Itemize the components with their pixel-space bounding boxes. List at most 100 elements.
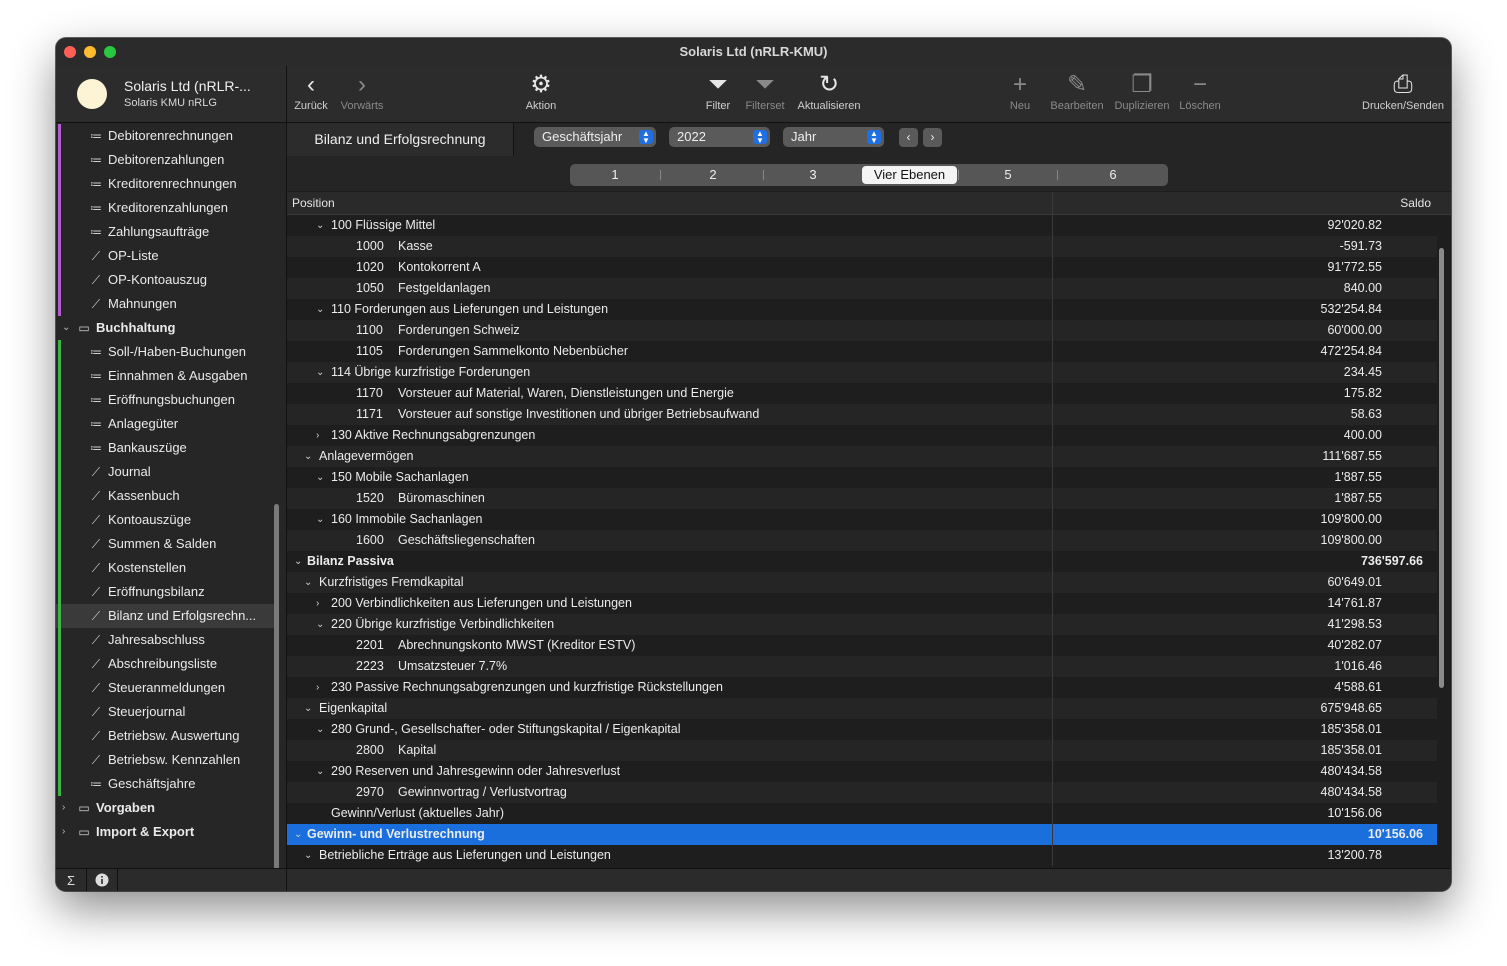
sidebar-item[interactable]: ⌄ ▭ Buchhaltung [56, 316, 274, 340]
sidebar-item[interactable]: ⟋ Kostenstellen [56, 556, 274, 580]
delete-button[interactable]: − Löschen [1176, 66, 1224, 122]
sidebar-item[interactable]: ⟋ Mahnungen [56, 292, 274, 316]
chevron-down-icon[interactable]: ⌄ [304, 446, 312, 467]
chevron-down-icon[interactable]: ⌄ [304, 698, 312, 719]
account-switcher[interactable]: Solaris Ltd (nRLR-... Solaris KMU nRLG [56, 66, 286, 123]
table-row[interactable]: ⌄ Anlagevermögen 111'687.55 [287, 446, 1437, 467]
sidebar-item[interactable]: ⟋ Abschreibungsliste [56, 652, 274, 676]
chevron-down-icon[interactable]: ⌄ [304, 845, 312, 866]
level-segment[interactable]: 2 [688, 164, 738, 186]
duplicate-button[interactable]: ❐ Duplizieren [1111, 66, 1173, 122]
sidebar-item[interactable]: ⟋ Steuerjournal [56, 700, 274, 724]
sidebar-item[interactable]: › ▭ Import & Export [56, 820, 274, 844]
level-segment[interactable]: Vier Ebenen [862, 166, 957, 184]
chevron-down-icon[interactable]: ⌄ [316, 509, 324, 530]
forward-button[interactable]: › Vorwärts [337, 66, 387, 122]
sidebar-item[interactable]: ≔ Soll-/Haben-Buchungen [56, 340, 274, 364]
table-row[interactable]: 1050 Festgeldanlagen 840.00 [287, 278, 1437, 299]
sidebar-item[interactable]: ⟋ Journal [56, 460, 274, 484]
info-button[interactable] [87, 869, 118, 891]
chevron-down-icon[interactable]: ⌄ [294, 824, 302, 845]
chevron-down-icon[interactable]: ⌄ [316, 614, 324, 635]
previous-period-button[interactable]: ‹ [899, 128, 918, 147]
zoom-window-button[interactable] [104, 46, 116, 58]
table-row[interactable]: 1170 Vorsteuer auf Material, Waren, Diens… [287, 383, 1437, 404]
sum-button[interactable]: Σ [56, 869, 87, 891]
chevron-down-icon[interactable]: ⌄ [316, 215, 324, 236]
chevron-down-icon[interactable]: ⌄ [294, 551, 302, 572]
year-select[interactable]: 2022 ▲ ▼ [669, 127, 770, 147]
table-row[interactable]: 1600 Geschäftsliegenschaften 109'800.00 [287, 530, 1437, 551]
sidebar-item[interactable]: ⟋ Bilanz und Erfolgsrechn... [56, 604, 274, 628]
next-period-button[interactable]: › [923, 128, 942, 147]
table-row[interactable]: 1020 Kontokorrent A 91'772.55 [287, 257, 1437, 278]
table-row[interactable]: ⌄ 114 Übrige kurzfristige Forderungen 234.… [287, 362, 1437, 383]
table-row[interactable]: ⌄ Eigenkapital 675'948.65 [287, 698, 1437, 719]
table-row[interactable]: › 230 Passive Rechnungsabgrenzungen und k… [287, 677, 1437, 698]
table-row[interactable]: 1520 Büromaschinen 1'887.55 [287, 488, 1437, 509]
sidebar-item[interactable]: ⟋ OP-Liste [56, 244, 274, 268]
table-row[interactable]: 2223 Umsatzsteuer 7.7% 1'016.46 [287, 656, 1437, 677]
sidebar-item[interactable]: ⟋ Betriebsw. Kennzahlen [56, 748, 274, 772]
granularity-select[interactable]: Jahr ▲ ▼ [783, 127, 884, 147]
table-row[interactable]: Gewinn/Verlust (aktuelles Jahr) 10'156.06 [287, 803, 1437, 824]
filter-button[interactable]: ⏷ Filter [700, 66, 736, 122]
table-row[interactable]: ⌄ Gewinn- und Verlustrechnung 10'156.06 [287, 824, 1437, 845]
sidebar-item[interactable]: ⟋ Kontoauszüge [56, 508, 274, 532]
table-row[interactable]: ⌄ 220 Übrige kurzfristige Verbindlichkeit… [287, 614, 1437, 635]
chevron-down-icon[interactable]: ⌄ [316, 719, 324, 740]
chevron-down-icon[interactable]: ⌄ [62, 316, 70, 340]
table-row[interactable]: ⌄ 110 Forderungen aus Lieferungen und Lei… [287, 299, 1437, 320]
sidebar-item[interactable]: ⟋ Kassenbuch [56, 484, 274, 508]
minimize-window-button[interactable] [84, 46, 96, 58]
sidebar-item[interactable]: ≔ Kreditorenzahlungen [56, 196, 274, 220]
column-header-saldo[interactable]: Saldo [1400, 192, 1431, 214]
chevron-down-icon[interactable]: ⌄ [316, 467, 324, 488]
sidebar-item[interactable]: ≔ Debitorenrechnungen [56, 124, 274, 148]
close-window-button[interactable] [64, 46, 76, 58]
sidebar-item[interactable]: › ▭ Vorgaben [56, 796, 274, 820]
sidebar-item[interactable]: ⟋ Summen & Salden [56, 532, 274, 556]
chevron-right-icon[interactable]: › [316, 425, 319, 446]
table-row[interactable]: › 200 Verbindlichkeiten aus Lieferungen u… [287, 593, 1437, 614]
table-row[interactable]: 2800 Kapital 185'358.01 [287, 740, 1437, 761]
table-row[interactable]: ⌄ 160 Immobile Sachanlagen 109'800.00 [287, 509, 1437, 530]
table-row[interactable]: 2201 Abrechnungskonto MWST (Kreditor ESTV… [287, 635, 1437, 656]
chevron-right-icon[interactable]: › [62, 820, 65, 844]
sidebar-item[interactable]: ≔ Debitorenzahlungen [56, 148, 274, 172]
action-button[interactable]: ⚙ Aktion [519, 66, 563, 122]
table-row[interactable]: 1100 Forderungen Schweiz 60'000.00 [287, 320, 1437, 341]
table-row[interactable]: ⌄ Betriebliche Erträge aus Lieferungen un… [287, 845, 1437, 866]
column-header-position[interactable]: Position [292, 192, 335, 214]
table-row[interactable]: ⌄ Kurzfristiges Fremdkapital 60'649.01 [287, 572, 1437, 593]
table-row[interactable]: ⌄ 290 Reserven und Jahresgewinn oder Jahr… [287, 761, 1437, 782]
print-send-button[interactable]: ⎙ Drucken/Senden [1357, 66, 1449, 122]
sidebar-item[interactable]: ≔ Bankauszüge [56, 436, 274, 460]
chevron-down-icon[interactable]: ⌄ [316, 299, 324, 320]
table-row[interactable]: 1105 Forderungen Sammelkonto Nebenbücher 4… [287, 341, 1437, 362]
chevron-right-icon[interactable]: › [62, 796, 65, 820]
filterset-button[interactable]: ⏷ Filterset [742, 66, 788, 122]
table-row[interactable]: › 130 Aktive Rechnungsabgrenzungen 400.00 [287, 425, 1437, 446]
level-segment[interactable]: 5 [983, 164, 1033, 186]
sidebar-item[interactable]: ≔ Einnahmen & Ausgaben [56, 364, 274, 388]
sidebar-item[interactable]: ≔ Kreditorenrechnungen [56, 172, 274, 196]
table-scrollbar[interactable] [1439, 248, 1444, 688]
chevron-down-icon[interactable]: ⌄ [304, 572, 312, 593]
edit-button[interactable]: ✎ Bearbeiten [1046, 66, 1108, 122]
sidebar-item[interactable]: ⟋ Eröffnungsbilanz [56, 580, 274, 604]
period-type-select[interactable]: Geschäftsjahr ▲ ▼ [534, 127, 656, 147]
new-button[interactable]: + Neu [1003, 66, 1037, 122]
sidebar-item[interactable]: ⟋ Steueranmeldungen [56, 676, 274, 700]
chevron-right-icon[interactable]: › [316, 593, 319, 614]
sidebar-item[interactable]: ⟋ Betriebsw. Auswertung [56, 724, 274, 748]
sidebar-item[interactable]: ≔ Eröffnungsbuchungen [56, 388, 274, 412]
table-row[interactable]: 1000 Kasse -591.73 [287, 236, 1437, 257]
sidebar-item[interactable]: ≔ Anlagegüter [56, 412, 274, 436]
chevron-down-icon[interactable]: ⌄ [316, 362, 324, 383]
level-segment[interactable]: 1 [585, 164, 645, 186]
back-button[interactable]: ‹ Zurück [291, 66, 331, 122]
sidebar-item[interactable]: ⟋ OP-Kontoauszug [56, 268, 274, 292]
table-row[interactable]: ⌄ 100 Flüssige Mittel 92'020.82 [287, 215, 1437, 236]
sidebar-item[interactable]: ⟋ Jahresabschluss [56, 628, 274, 652]
